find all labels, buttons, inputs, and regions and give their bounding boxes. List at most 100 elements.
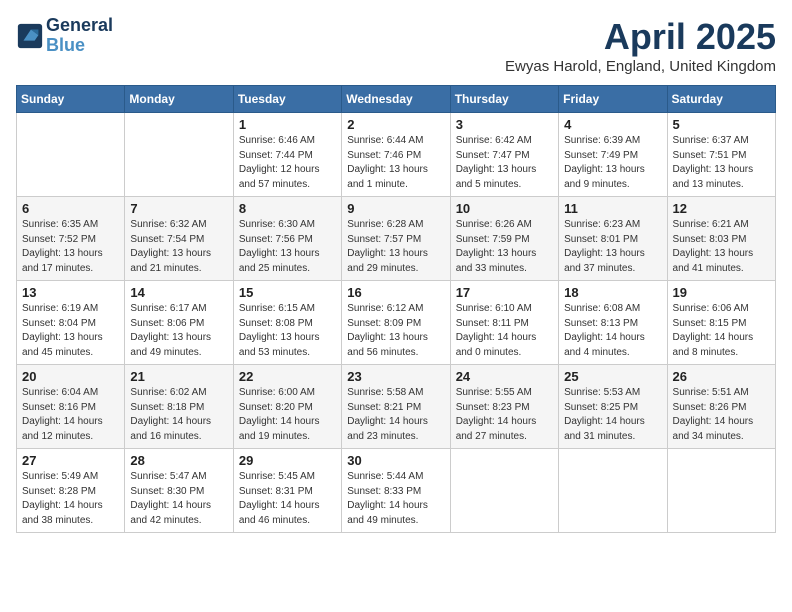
day-number: 10 [456, 201, 553, 216]
location-subtitle: Ewyas Harold, England, United Kingdom [505, 58, 776, 75]
day-number: 29 [239, 453, 336, 468]
day-info: Sunrise: 6:35 AM Sunset: 7:52 PM Dayligh… [22, 218, 119, 276]
day-number: 11 [564, 201, 661, 216]
title-area: April 2025 Ewyas Harold, England, United… [505, 16, 776, 75]
day-info: Sunrise: 6:30 AM Sunset: 7:56 PM Dayligh… [239, 218, 336, 276]
calendar-cell: 10 Sunrise: 6:26 AM Sunset: 7:59 PM Dayli… [450, 197, 558, 281]
day-header-thursday: Thursday [450, 86, 558, 113]
day-info: Sunrise: 6:28 AM Sunset: 7:57 PM Dayligh… [347, 218, 444, 276]
day-number: 8 [239, 201, 336, 216]
day-info: Sunrise: 5:53 AM Sunset: 8:25 PM Dayligh… [564, 386, 661, 444]
day-number: 9 [347, 201, 444, 216]
day-number: 17 [456, 285, 553, 300]
calendar-cell: 19Sunrise: 6:06 AM Sunset: 8:15 PM Dayli… [667, 281, 775, 365]
day-info: Sunrise: 6:23 AM Sunset: 8:01 PM Dayligh… [564, 218, 661, 276]
day-info: Sunrise: 6:02 AM Sunset: 8:18 PM Dayligh… [130, 386, 227, 444]
calendar-cell: 27Sunrise: 5:49 AM Sunset: 8:28 PM Dayli… [17, 449, 125, 533]
calendar-cell: 8 Sunrise: 6:30 AM Sunset: 7:56 PM Daylig… [233, 197, 341, 281]
day-info: Sunrise: 6:08 AM Sunset: 8:13 PM Dayligh… [564, 302, 661, 360]
calendar-cell: 28 Sunrise: 5:47 AM Sunset: 8:30 PM Dayli… [125, 449, 233, 533]
day-info: Sunrise: 6:12 AM Sunset: 8:09 PM Dayligh… [347, 302, 444, 360]
calendar-cell: 6 Sunrise: 6:35 AM Sunset: 7:52 PM Daylig… [17, 197, 125, 281]
calendar-cell: 13 Sunrise: 6:19 AM Sunset: 8:04 PM Dayli… [17, 281, 125, 365]
calendar-table: SundayMondayTuesdayWednesdayThursdayFrid… [16, 85, 776, 533]
calendar-cell: 5Sunrise: 6:37 AM Sunset: 7:51 PM Daylig… [667, 113, 775, 197]
day-info: Sunrise: 6:37 AM Sunset: 7:51 PM Dayligh… [673, 134, 770, 192]
day-number: 4 [564, 117, 661, 132]
day-number: 2 [347, 117, 444, 132]
calendar-cell: 26 Sunrise: 5:51 AM Sunset: 8:26 PM Dayli… [667, 365, 775, 449]
calendar-cell: 25 Sunrise: 5:53 AM Sunset: 8:25 PM Dayli… [559, 365, 667, 449]
day-number: 23 [347, 369, 444, 384]
day-header-sunday: Sunday [17, 86, 125, 113]
day-number: 12 [673, 201, 770, 216]
day-info: Sunrise: 6:19 AM Sunset: 8:04 PM Dayligh… [22, 302, 119, 360]
calendar-week-2: 6 Sunrise: 6:35 AM Sunset: 7:52 PM Daylig… [17, 197, 776, 281]
day-info: Sunrise: 6:15 AM Sunset: 8:08 PM Dayligh… [239, 302, 336, 360]
day-header-wednesday: Wednesday [342, 86, 450, 113]
day-number: 15 [239, 285, 336, 300]
day-info: Sunrise: 6:04 AM Sunset: 8:16 PM Dayligh… [22, 386, 119, 444]
calendar-cell [559, 449, 667, 533]
day-info: Sunrise: 5:47 AM Sunset: 8:30 PM Dayligh… [130, 470, 227, 528]
day-number: 26 [673, 369, 770, 384]
day-number: 18 [564, 285, 661, 300]
calendar-week-5: 27Sunrise: 5:49 AM Sunset: 8:28 PM Dayli… [17, 449, 776, 533]
calendar-cell: 14 Sunrise: 6:17 AM Sunset: 8:06 PM Dayli… [125, 281, 233, 365]
calendar-cell [450, 449, 558, 533]
logo-text: GeneralBlue [46, 16, 113, 56]
calendar-header-row: SundayMondayTuesdayWednesdayThursdayFrid… [17, 86, 776, 113]
day-info: Sunrise: 6:32 AM Sunset: 7:54 PM Dayligh… [130, 218, 227, 276]
day-number: 13 [22, 285, 119, 300]
day-info: Sunrise: 6:17 AM Sunset: 8:06 PM Dayligh… [130, 302, 227, 360]
day-info: Sunrise: 6:39 AM Sunset: 7:49 PM Dayligh… [564, 134, 661, 192]
day-header-monday: Monday [125, 86, 233, 113]
calendar-cell [667, 449, 775, 533]
day-info: Sunrise: 6:26 AM Sunset: 7:59 PM Dayligh… [456, 218, 553, 276]
day-number: 20 [22, 369, 119, 384]
calendar-cell: 9 Sunrise: 6:28 AM Sunset: 7:57 PM Daylig… [342, 197, 450, 281]
day-number: 19 [673, 285, 770, 300]
day-number: 27 [22, 453, 119, 468]
day-number: 28 [130, 453, 227, 468]
calendar-cell: 24 Sunrise: 5:55 AM Sunset: 8:23 PM Dayli… [450, 365, 558, 449]
calendar-week-4: 20 Sunrise: 6:04 AM Sunset: 8:16 PM Dayli… [17, 365, 776, 449]
day-info: Sunrise: 5:55 AM Sunset: 8:23 PM Dayligh… [456, 386, 553, 444]
day-info: Sunrise: 5:51 AM Sunset: 8:26 PM Dayligh… [673, 386, 770, 444]
calendar-cell: 3Sunrise: 6:42 AM Sunset: 7:47 PM Daylig… [450, 113, 558, 197]
day-info: Sunrise: 5:45 AM Sunset: 8:31 PM Dayligh… [239, 470, 336, 528]
calendar-cell: 7 Sunrise: 6:32 AM Sunset: 7:54 PM Daylig… [125, 197, 233, 281]
day-info: Sunrise: 6:44 AM Sunset: 7:46 PM Dayligh… [347, 134, 444, 192]
day-info: Sunrise: 5:58 AM Sunset: 8:21 PM Dayligh… [347, 386, 444, 444]
calendar-cell: 22Sunrise: 6:00 AM Sunset: 8:20 PM Dayli… [233, 365, 341, 449]
day-header-friday: Friday [559, 86, 667, 113]
day-number: 14 [130, 285, 227, 300]
day-number: 7 [130, 201, 227, 216]
calendar-cell: 15 Sunrise: 6:15 AM Sunset: 8:08 PM Dayli… [233, 281, 341, 365]
page-header: GeneralBlue April 2025 Ewyas Harold, Eng… [16, 16, 776, 75]
day-number: 25 [564, 369, 661, 384]
day-number: 16 [347, 285, 444, 300]
day-info: Sunrise: 5:44 AM Sunset: 8:33 PM Dayligh… [347, 470, 444, 528]
calendar-cell: 11 Sunrise: 6:23 AM Sunset: 8:01 PM Dayli… [559, 197, 667, 281]
calendar-cell: 20 Sunrise: 6:04 AM Sunset: 8:16 PM Dayli… [17, 365, 125, 449]
day-number: 30 [347, 453, 444, 468]
day-number: 24 [456, 369, 553, 384]
day-info: Sunrise: 6:00 AM Sunset: 8:20 PM Dayligh… [239, 386, 336, 444]
logo-icon [16, 22, 44, 50]
calendar-week-3: 13 Sunrise: 6:19 AM Sunset: 8:04 PM Dayli… [17, 281, 776, 365]
month-title: April 2025 [505, 16, 776, 58]
calendar-cell: 18 Sunrise: 6:08 AM Sunset: 8:13 PM Dayli… [559, 281, 667, 365]
calendar-cell: 16 Sunrise: 6:12 AM Sunset: 8:09 PM Dayli… [342, 281, 450, 365]
calendar-cell: 4 Sunrise: 6:39 AM Sunset: 7:49 PM Daylig… [559, 113, 667, 197]
day-info: Sunrise: 6:10 AM Sunset: 8:11 PM Dayligh… [456, 302, 553, 360]
calendar-cell: 12Sunrise: 6:21 AM Sunset: 8:03 PM Dayli… [667, 197, 775, 281]
day-header-tuesday: Tuesday [233, 86, 341, 113]
day-number: 21 [130, 369, 227, 384]
day-number: 6 [22, 201, 119, 216]
calendar-cell: 29 Sunrise: 5:45 AM Sunset: 8:31 PM Dayli… [233, 449, 341, 533]
day-header-saturday: Saturday [667, 86, 775, 113]
day-number: 1 [239, 117, 336, 132]
day-number: 3 [456, 117, 553, 132]
calendar-cell: 23 Sunrise: 5:58 AM Sunset: 8:21 PM Dayli… [342, 365, 450, 449]
